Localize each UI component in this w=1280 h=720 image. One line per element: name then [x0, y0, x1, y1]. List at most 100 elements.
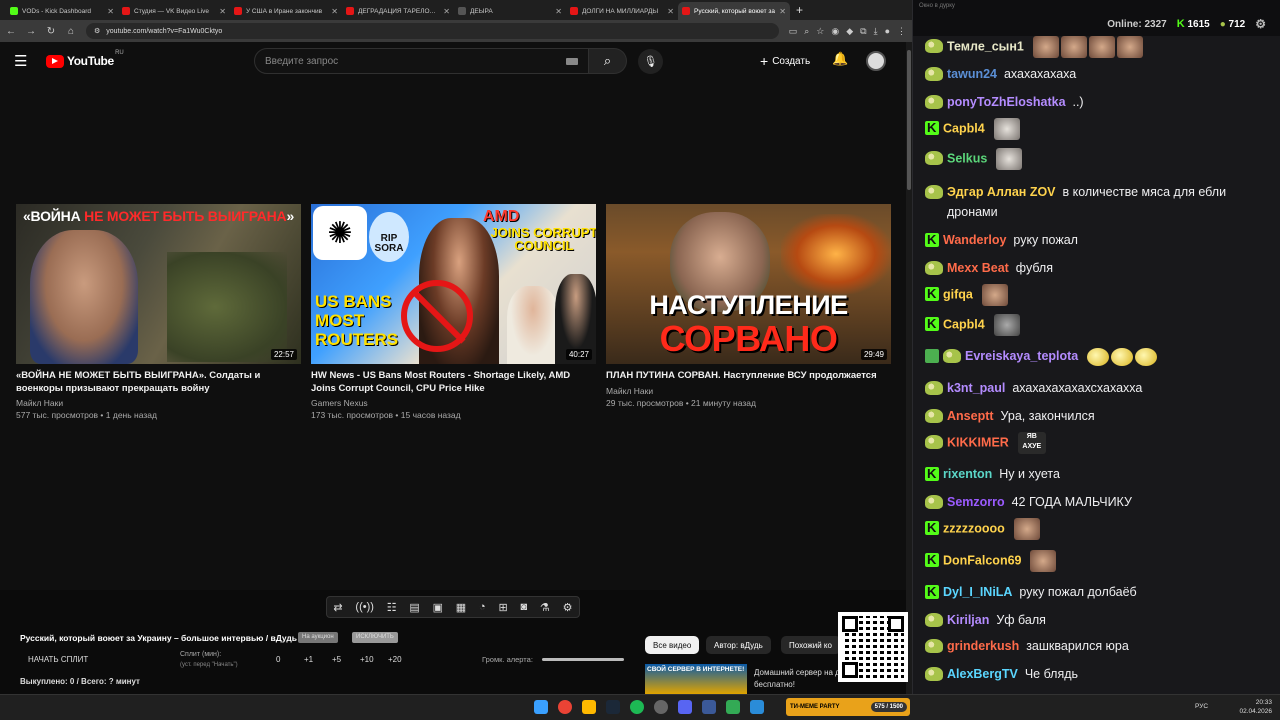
- tab-close-icon[interactable]: ✕: [779, 7, 786, 16]
- chat-username[interactable]: gifqa: [943, 287, 973, 301]
- bookmark-star-icon[interactable]: ☆: [816, 26, 824, 37]
- tab-close-icon[interactable]: ✕: [331, 7, 338, 16]
- browser-tab[interactable]: ДЕЫРА ✕: [454, 2, 566, 20]
- language-indicator[interactable]: РУС: [1195, 703, 1208, 710]
- windows-start-icon[interactable]: [534, 700, 548, 714]
- split-plus-10-button[interactable]: +10: [360, 655, 388, 664]
- chrome-icon[interactable]: [558, 700, 572, 714]
- browser-tab[interactable]: Студия — VK Видео Live ✕: [118, 2, 230, 20]
- camera-icon[interactable]: ◙: [520, 601, 527, 613]
- playlist-icon[interactable]: ☷: [387, 601, 397, 614]
- to-auction-button[interactable]: На аукцион: [298, 632, 338, 643]
- search-input[interactable]: Введите запрос: [254, 48, 589, 74]
- discord-icon[interactable]: [678, 700, 692, 714]
- speed-icon[interactable]: ◔: [479, 601, 486, 613]
- obs-icon[interactable]: [654, 700, 668, 714]
- video-card[interactable]: НАСТУПЛЕНИЕ СОРВАНО 29:49 ПЛАН ПУТИНА СО…: [606, 204, 891, 421]
- chat-username[interactable]: KIKKIMER: [947, 435, 1009, 449]
- app-icon[interactable]: [750, 700, 764, 714]
- hamburger-menu-icon[interactable]: ☰: [14, 52, 34, 70]
- split-plus-5-button[interactable]: +5: [332, 655, 360, 664]
- avatar[interactable]: [866, 51, 886, 71]
- chip-all-videos[interactable]: Все видео: [645, 636, 700, 654]
- chip-author[interactable]: Автор: вДудь: [706, 636, 771, 654]
- spotify-icon[interactable]: [630, 700, 644, 714]
- chat-username[interactable]: DonFalcon69: [943, 553, 1022, 567]
- create-button[interactable]: + Создать: [760, 53, 810, 69]
- chat-username[interactable]: Эдгар Аллан ZOV: [947, 185, 1056, 199]
- puzzle-icon[interactable]: ⧉: [860, 26, 866, 37]
- video-channel[interactable]: Gamers Nexus: [311, 397, 596, 409]
- chat-username[interactable]: Semzorro: [947, 495, 1005, 509]
- chip-similar[interactable]: Похожий ко: [781, 636, 841, 654]
- split-plus-1-button[interactable]: +1: [304, 655, 332, 664]
- folder-icon[interactable]: [582, 700, 596, 714]
- tab-close-icon[interactable]: ✕: [107, 7, 114, 16]
- home-icon[interactable]: ⌂: [66, 26, 76, 37]
- app-icon[interactable]: [726, 700, 740, 714]
- video-thumbnail[interactable]: «ВОЙНА НЕ МОЖЕТ БЫТЬ ВЫИГРАНА» 22:57: [16, 204, 301, 364]
- chat-username[interactable]: Dyl_I_INiLA: [943, 585, 1012, 599]
- browser-tab[interactable]: У США в Иране закончив ✕: [230, 2, 342, 20]
- chat-username[interactable]: Capbl4: [943, 317, 985, 331]
- video-title[interactable]: ПЛАН ПУТИНА СОРВАН. Наступление ВСУ прод…: [606, 370, 891, 383]
- gear-icon[interactable]: ⚙: [1255, 17, 1266, 31]
- zoom-icon[interactable]: ⌕: [804, 26, 809, 37]
- chat-username[interactable]: tawun24: [947, 67, 997, 81]
- start-split-button[interactable]: НАЧАТЬ СПЛИТ: [28, 655, 88, 664]
- chat-username[interactable]: Wanderloy: [943, 233, 1006, 247]
- forward-icon[interactable]: →: [26, 26, 36, 37]
- tab-close-icon[interactable]: ✕: [667, 7, 674, 16]
- video-title[interactable]: HW News - US Bans Most Routers - Shortag…: [311, 370, 596, 395]
- video-thumbnail[interactable]: ✺ RIP SORA AMD JOINS CORRUPT COUNCIL US …: [311, 204, 596, 364]
- reload-icon[interactable]: ↻: [46, 26, 56, 37]
- chat-username[interactable]: Mexx Beat: [947, 261, 1009, 275]
- keyboard-icon[interactable]: [566, 57, 578, 65]
- gear-icon[interactable]: ⚙: [563, 601, 573, 614]
- exclude-button[interactable]: ИСКЛЮЧИТЬ: [352, 632, 398, 643]
- chat-username[interactable]: Selkus: [947, 151, 987, 165]
- tab-close-icon[interactable]: ✕: [555, 7, 562, 16]
- video-card[interactable]: ✺ RIP SORA AMD JOINS CORRUPT COUNCIL US …: [311, 204, 596, 421]
- flask-icon[interactable]: ⚗: [540, 601, 550, 614]
- app-icon[interactable]: [702, 700, 716, 714]
- broadcast-icon[interactable]: ((•)): [355, 601, 374, 613]
- add-clip-icon[interactable]: ⊞: [498, 601, 507, 614]
- download-icon[interactable]: ⤓: [874, 26, 878, 37]
- chat-username[interactable]: Темле_сын1: [947, 39, 1024, 53]
- loop-icon[interactable]: ⇄: [333, 601, 342, 614]
- scrollbar-thumb[interactable]: [907, 50, 911, 190]
- chat-username[interactable]: Kiriljan: [947, 613, 989, 627]
- tab-close-icon[interactable]: ✕: [443, 7, 450, 16]
- notifications-bell-icon[interactable]: 🔔: [832, 51, 848, 67]
- address-bar[interactable]: ⚙ youtube.com/watch?v=Fa1Wu0Cktyo: [86, 23, 779, 39]
- picture-in-picture-icon[interactable]: ▣: [433, 601, 443, 614]
- menu-icon[interactable]: ⋮: [897, 26, 906, 37]
- recommended-thumbnail[interactable]: СВОЙ СЕРВЕР В ИНТЕРНЕТЕ!: [645, 664, 747, 694]
- video-title[interactable]: «ВОЙНА НЕ МОЖЕТ БЫТЬ ВЫИГРАНА». Солдаты …: [16, 370, 301, 395]
- chat-username[interactable]: ponyToZhEloshatka: [947, 95, 1066, 109]
- browser-tab[interactable]: Русский, который воюет за ✕: [678, 2, 790, 20]
- chat-username[interactable]: zzzzzoooo: [943, 521, 1005, 535]
- steam-icon[interactable]: [606, 700, 620, 714]
- alert-volume-slider[interactable]: [542, 658, 624, 661]
- site-info-icon[interactable]: ⚙: [94, 27, 100, 35]
- chat-username[interactable]: AlexBergTV: [947, 667, 1018, 681]
- chat-username[interactable]: Evreiskaya_teplota: [965, 349, 1078, 363]
- film-icon[interactable]: ▤: [409, 601, 419, 614]
- video-channel[interactable]: Майкл Наки: [606, 385, 891, 397]
- browser-tab[interactable]: ДЕГРАДАЦИЯ ТАРЕЛОЧНИ ✕: [342, 2, 454, 20]
- youtube-logo[interactable]: YouTube RU: [46, 50, 124, 68]
- video-card[interactable]: «ВОЙНА НЕ МОЖЕТ БЫТЬ ВЫИГРАНА» 22:57 «ВО…: [16, 204, 301, 421]
- chat-username[interactable]: k3nt_paul: [947, 381, 1005, 395]
- tab-close-icon[interactable]: ✕: [219, 7, 226, 16]
- search-button[interactable]: ⌕: [589, 48, 627, 74]
- chat-username[interactable]: rixenton: [943, 467, 992, 481]
- subtitles-icon[interactable]: ▦: [456, 601, 466, 614]
- browser-tab[interactable]: VODs - Kick Dashboard ✕: [6, 2, 118, 20]
- profile-icon[interactable]: ●: [885, 26, 890, 37]
- chat-username[interactable]: Capbl4: [943, 121, 985, 135]
- extension-icon[interactable]: ◆: [846, 26, 853, 37]
- meme-party-widget[interactable]: ТИ-MEME PARTY 575 / 1500: [786, 698, 910, 716]
- cast-icon[interactable]: ▭: [789, 26, 798, 37]
